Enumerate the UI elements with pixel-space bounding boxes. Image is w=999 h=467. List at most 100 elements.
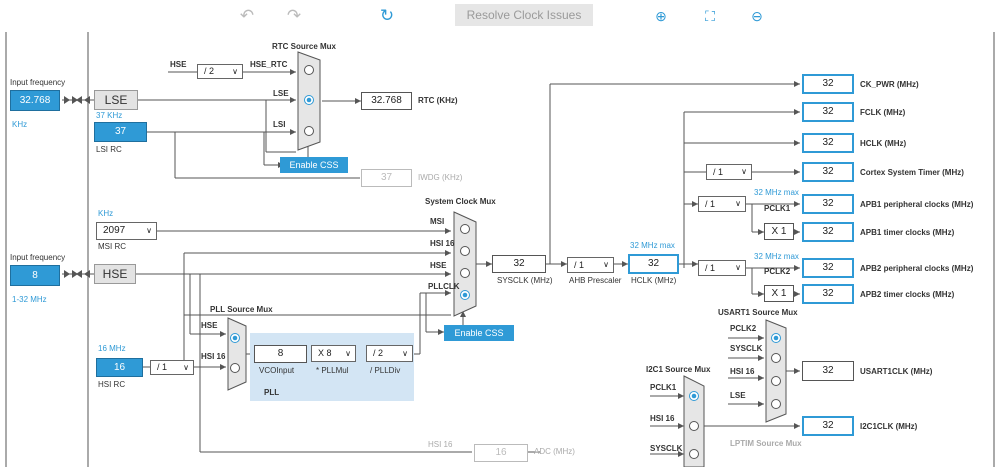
apb1-timer-mult[interactable]: X 1 — [764, 223, 794, 240]
ahb-prescaler-select[interactable]: / 1 ∨ — [567, 257, 614, 273]
hsi-divider-value: / 1 — [157, 362, 168, 372]
apb1-prescaler-value: / 1 — [705, 199, 716, 209]
sysclk-label: SYSCLK (MHz) — [497, 276, 553, 285]
chevron-down-icon: ∨ — [146, 226, 152, 235]
hse-input-label: Input frequency — [10, 253, 66, 262]
apb1-max: 32 MHz max — [754, 188, 799, 197]
fit-icon[interactable]: ⛶ — [699, 6, 721, 26]
pll-mux-shape — [227, 317, 247, 391]
hse-rtc-source-label: HSE — [170, 60, 187, 69]
adc-label: ADC (MHz) — [534, 447, 575, 456]
ck-pwr-value[interactable]: 32 — [802, 74, 854, 94]
toolbar: ↶ ↷ ↻ Resolve Clock Issues ⊕ ⛶ ⊖ — [0, 0, 999, 32]
adc-in-label: HSI 16 — [428, 440, 453, 449]
refresh-icon[interactable]: ↻ — [376, 6, 398, 26]
pll-mul-label: * PLLMul — [316, 366, 349, 375]
chevron-down-icon: ∨ — [232, 67, 238, 76]
usart1-value[interactable]: 32 — [802, 361, 854, 381]
usart-in-hsi: HSI 16 — [730, 367, 755, 376]
lptim-mux-title: LPTIM Source Mux — [730, 439, 802, 448]
i2c-in-hsi: HSI 16 — [650, 414, 675, 423]
sys-in-hse: HSE — [430, 261, 447, 270]
iwdg-output-label: IWDG (KHz) — [418, 173, 463, 182]
i2c1-label: I2C1CLK (MHz) — [860, 422, 918, 431]
usart-in-lse: LSE — [730, 391, 746, 400]
zoom-out-icon[interactable]: ⊖ — [746, 6, 768, 26]
clock-diagram: Input frequency 32.768 KHz LSE 37 KHz 37… — [0, 32, 999, 467]
hclk-value[interactable]: 32 — [628, 254, 679, 274]
lse-input-label: Input frequency — [10, 78, 66, 87]
ck-pwr-label: CK_PWR (MHz) — [860, 80, 919, 89]
ahb-prescaler-value: / 1 — [574, 260, 585, 270]
lsi-value[interactable]: 37 — [94, 122, 147, 142]
lse-input-field[interactable]: 32.768 — [10, 90, 60, 111]
enable-css-lse-button[interactable]: Enable CSS — [280, 157, 348, 173]
hclk-out-label: HCLK (MHz) — [860, 139, 907, 148]
hsi-divider[interactable]: / 1 ∨ — [150, 360, 194, 375]
cortex-divider[interactable]: / 1 ∨ — [706, 164, 752, 180]
apb1-timer-value[interactable]: 32 — [802, 222, 854, 242]
pll-mul-select[interactable]: X 8 ∨ — [311, 345, 356, 362]
zoom-in-icon[interactable]: ⊕ — [650, 6, 672, 26]
adc-value[interactable]: 16 — [474, 444, 528, 462]
apb2-periph-label: APB2 peripheral clocks (MHz) — [860, 264, 974, 273]
msi-range-value: 2097 — [103, 225, 126, 236]
lse-unit: KHz — [12, 120, 28, 129]
sys-in-msi: MSI — [430, 217, 445, 226]
chevron-down-icon: ∨ — [735, 263, 741, 272]
vco-input-label: VCOInput — [259, 366, 295, 375]
rtc-mux-title: RTC Source Mux — [272, 42, 337, 51]
sys-in-pll: PLLCLK — [428, 282, 460, 291]
rtc-output-label: RTC (KHz) — [418, 96, 458, 105]
hsi-label: HSI RC — [98, 380, 126, 389]
i2c1-value[interactable]: 32 — [802, 416, 854, 436]
fclk-value[interactable]: 32 — [802, 102, 854, 122]
hse-input-field[interactable]: 8 — [10, 265, 60, 286]
pll-div-label: / PLLDiv — [370, 366, 401, 375]
hclk-out-value[interactable]: 32 — [802, 133, 854, 153]
lsi-freq: 37 KHz — [96, 111, 123, 120]
hclk-max: 32 MHz max — [630, 241, 675, 250]
cortex-timer-value[interactable]: 32 — [802, 162, 854, 182]
apb2-prescaler-value: / 1 — [705, 263, 716, 273]
undo-icon[interactable]: ↶ — [236, 6, 258, 26]
redo-icon[interactable]: ↷ — [283, 6, 305, 26]
pll-title: PLL — [264, 388, 280, 397]
msi-range-select[interactable]: 2097 ∨ — [96, 222, 157, 240]
lse-oscillator[interactable]: LSE — [94, 90, 138, 110]
resolve-clock-issues-button[interactable]: Resolve Clock Issues — [455, 4, 593, 26]
sysclk-value[interactable]: 32 — [492, 255, 546, 273]
hse-oscillator[interactable]: HSE — [94, 264, 136, 284]
wires — [5, 32, 995, 467]
chevron-down-icon: ∨ — [603, 260, 609, 269]
msi-unit: KHz — [98, 209, 114, 218]
pclk2-label: PCLK2 — [764, 267, 791, 276]
apb1-periph-label: APB1 peripheral clocks (MHz) — [860, 200, 974, 209]
apb2-timer-value[interactable]: 32 — [802, 284, 854, 304]
usart-in-sysclk: SYSCLK — [730, 344, 763, 353]
apb2-prescaler[interactable]: / 1 ∨ — [698, 260, 746, 276]
apb2-periph-value[interactable]: 32 — [802, 258, 854, 278]
pll-div-value: / 2 — [373, 348, 384, 358]
apb2-timer-mult[interactable]: X 1 — [764, 285, 794, 302]
hsi-freq: 16 MHz — [98, 344, 126, 353]
pll-in-hse: HSE — [201, 321, 218, 330]
usart-in-pclk2: PCLK2 — [730, 324, 757, 333]
chevron-down-icon: ∨ — [741, 167, 747, 176]
hse-range: 1-32 MHz — [12, 295, 47, 304]
pll-div-select[interactable]: / 2 ∨ — [366, 345, 413, 362]
rtc-output-value[interactable]: 32.768 — [361, 92, 412, 110]
hsi-value[interactable]: 16 — [96, 358, 143, 377]
vco-input-value[interactable]: 8 — [254, 345, 307, 363]
apb1-periph-value[interactable]: 32 — [802, 194, 854, 214]
hse-rtc-divider[interactable]: / 2 ∨ — [197, 64, 243, 79]
chevron-down-icon: ∨ — [345, 349, 351, 358]
iwdg-output-value[interactable]: 37 — [361, 169, 412, 187]
apb2-timer-label: APB2 timer clocks (MHz) — [860, 290, 955, 299]
cortex-timer-label: Cortex System Timer (MHz) — [860, 168, 964, 177]
fclk-label: FCLK (MHz) — [860, 108, 906, 117]
rtc-lsi-label: LSI — [273, 120, 286, 129]
enable-css-hse-button[interactable]: Enable CSS — [444, 325, 514, 341]
apb1-prescaler[interactable]: / 1 ∨ — [698, 196, 746, 212]
i2c-mux-title: I2C1 Source Mux — [646, 365, 711, 374]
